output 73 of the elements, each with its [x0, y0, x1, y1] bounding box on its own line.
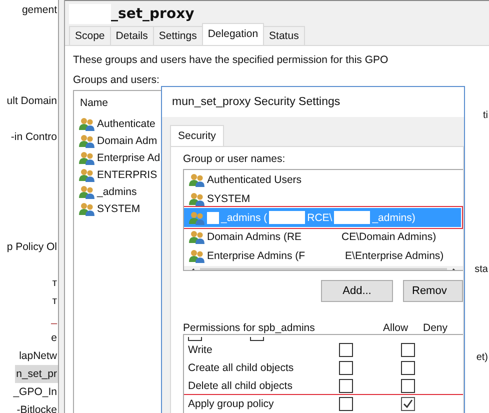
list-item[interactable]: Enterprise Ad [97, 152, 160, 164]
tree-item[interactable]: ult Domain [6, 92, 58, 110]
list-item[interactable]: Authenticated Users [184, 170, 461, 189]
tab[interactable]: Scope [69, 26, 111, 45]
permissions-label: Permissions for spb_admins [183, 322, 316, 334]
tree-item[interactable]: gement [20, 1, 58, 19]
name-text: RCE\ [307, 212, 332, 224]
deny-checkbox[interactable] [401, 343, 415, 357]
list-item[interactable]: Enterprise Admins (F E\Enterprise Admins) [184, 246, 461, 265]
tree-item[interactable]: p Policy Ol [6, 238, 58, 256]
list-item[interactable]: SYSTEM [184, 189, 461, 208]
tab[interactable]: Security [170, 125, 224, 146]
gpo-title: _set_proxy [111, 6, 194, 22]
name-text: Enterprise Admins (F [207, 250, 306, 262]
name-text: Domain Admins (RE [207, 230, 302, 242]
list-item[interactable]: _admins [97, 186, 137, 198]
tab[interactable]: Delegation [202, 23, 264, 45]
column-header: Allow [383, 322, 410, 334]
tree-item[interactable]: e [50, 328, 58, 347]
users-icon [79, 134, 95, 148]
deny-checkbox[interactable] [401, 379, 415, 393]
text-fragment: et) [476, 352, 488, 363]
users-icon [79, 184, 95, 198]
tree-item[interactable]: -in Contro [10, 128, 58, 146]
name-text: E\Enterprise Admins) [345, 250, 444, 262]
text-fragment: sta [474, 264, 488, 275]
redaction-block [207, 212, 219, 224]
allow-checkbox[interactable] [339, 343, 353, 357]
text-fragment: ti [483, 110, 488, 121]
permission-name: Create all child objects [188, 362, 295, 374]
dialog-button[interactable]: Remov [403, 280, 463, 302]
list-item[interactable]: Domain Adm [97, 134, 158, 146]
redaction-block [334, 211, 370, 224]
list-label: Groups and users: [73, 73, 160, 88]
users-icon [189, 248, 205, 262]
tree-item[interactable]: lapNetw [18, 346, 58, 365]
allow-checkbox[interactable] [339, 379, 353, 393]
tree-item[interactable]: n_set_pr [15, 365, 58, 383]
users-icon [189, 172, 205, 186]
permission-name: Delete all child objects [188, 380, 294, 392]
deny-checkbox[interactable] [401, 361, 415, 375]
tree-item[interactable]: т [51, 274, 58, 292]
list-item[interactable]: Authenticate [97, 118, 156, 130]
users-icon [79, 150, 95, 164]
allow-checkbox[interactable] [339, 361, 353, 375]
redaction-block [269, 211, 306, 224]
column-header: Deny [423, 322, 449, 334]
dialog-title: mun_set_proxy Security Settings [162, 87, 464, 117]
users-icon [79, 168, 95, 182]
name-text: Authenticated Users [207, 174, 302, 186]
tree-item[interactable]: _GPO_In [12, 383, 58, 402]
name-text: CE\Domain Admins) [342, 230, 436, 242]
name-text: _admins ( [221, 212, 268, 224]
name-text: SYSTEM [207, 192, 250, 204]
tab[interactable]: Status [263, 26, 305, 45]
deny-checkbox[interactable] [401, 397, 415, 411]
permission-name: Write [188, 344, 214, 356]
users-icon [79, 116, 95, 130]
name-text: _admins) [372, 212, 416, 224]
dialog-button[interactable]: Add... [321, 280, 393, 302]
list-item[interactable]: SYSTEM [97, 202, 140, 214]
description-text: These groups and users have the specified permission for this GPO [73, 53, 390, 68]
list-item[interactable]: Domain Admins (RE CE\Domain Admins) [184, 227, 461, 246]
list-item[interactable]: ENTERPRIS [97, 168, 158, 180]
users-icon [189, 230, 205, 244]
tree-item[interactable]: т [51, 292, 58, 310]
users-icon [189, 210, 205, 224]
tree-item[interactable]: _ [50, 310, 58, 328]
permission-name: Apply group policy [188, 398, 275, 410]
users-icon [189, 192, 205, 206]
names-label: Group or user names: [183, 153, 286, 167]
users-icon [79, 202, 95, 216]
allow-checkbox[interactable] [339, 397, 353, 411]
